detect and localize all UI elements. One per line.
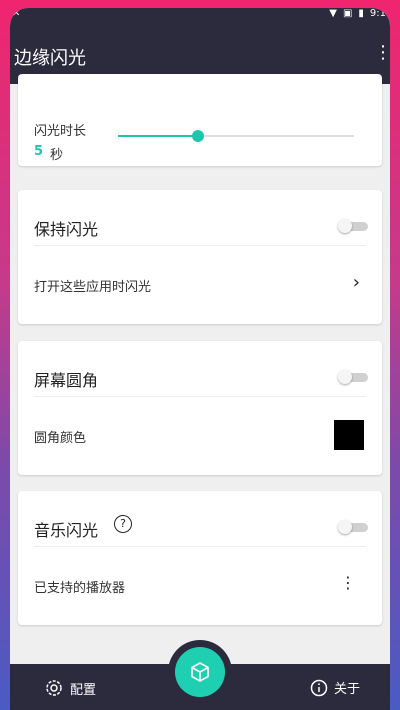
flash-duration-card: 闪光时长 5 秒 — [18, 74, 382, 166]
keep-flash-toggle[interactable] — [338, 219, 368, 233]
notification-icon: ▣ — [342, 8, 353, 19]
divider — [34, 546, 366, 547]
music-flash-card: 音乐闪光 ? 已支持的播放器 ⋮ — [18, 491, 382, 625]
status-time: 9:1 — [369, 8, 386, 19]
gear-icon — [46, 680, 62, 696]
chevron-right-icon[interactable]: › — [353, 272, 360, 293]
divider — [34, 396, 366, 397]
help-icon[interactable]: ? — [114, 515, 132, 533]
music-flash-title: 音乐闪光 — [34, 521, 99, 540]
wifi-icon: ▼ — [329, 8, 337, 19]
flash-duration-value: 5 — [34, 144, 44, 159]
music-flash-toggle[interactable] — [338, 520, 368, 534]
about-nav-item[interactable]: 关于 — [310, 678, 360, 697]
back-icon[interactable]: ✕ — [12, 8, 20, 19]
about-label: 关于 — [334, 682, 361, 697]
keep-flash-apps-label[interactable]: 打开这些应用时闪光 — [34, 276, 151, 295]
supported-players-label[interactable]: 已支持的播放器 — [34, 577, 125, 596]
keep-flash-title: 保持闪光 — [34, 220, 99, 239]
config-label: 配置 — [70, 682, 97, 698]
flash-duration-slider[interactable] — [118, 130, 354, 142]
settings-list: 闪光时长 5 秒 保持闪光 打开这些应用时闪光 › 屏幕圆角 圆角颜色 音乐闪光… — [10, 74, 390, 664]
status-bar: ✕ ▼ ▣ ▮ 9:1 — [10, 8, 390, 24]
rounded-corners-card: 屏幕圆角 圆角颜色 — [18, 341, 382, 475]
main-action-button[interactable] — [175, 647, 225, 697]
corner-color-swatch[interactable] — [334, 420, 364, 450]
more-vert-icon[interactable]: ⋮ — [374, 44, 390, 62]
cube-icon — [191, 662, 209, 682]
battery-icon: ▮ — [358, 8, 364, 19]
flash-duration-label: 闪光时长 — [34, 124, 87, 139]
slider-fill — [118, 135, 199, 137]
more-vert-icon[interactable]: ⋮ — [340, 573, 356, 592]
slider-thumb[interactable] — [192, 130, 205, 142]
corner-color-label: 圆角颜色 — [34, 431, 87, 446]
config-nav-item[interactable]: 配置 — [44, 678, 96, 698]
flash-duration-unit: 秒 — [50, 148, 64, 163]
rounded-corners-toggle[interactable] — [338, 370, 368, 384]
info-icon — [310, 679, 328, 696]
keep-flash-card: 保持闪光 打开这些应用时闪光 › — [18, 190, 382, 324]
divider — [34, 245, 366, 246]
page-title: 边缘闪光 — [14, 48, 86, 69]
rounded-corners-title: 屏幕圆角 — [34, 371, 99, 390]
app-screen: ✕ ▼ ▣ ▮ 9:1 边缘闪光 ⋮ 闪光时长 5 秒 保持闪光 打开这些应用时… — [10, 8, 390, 710]
